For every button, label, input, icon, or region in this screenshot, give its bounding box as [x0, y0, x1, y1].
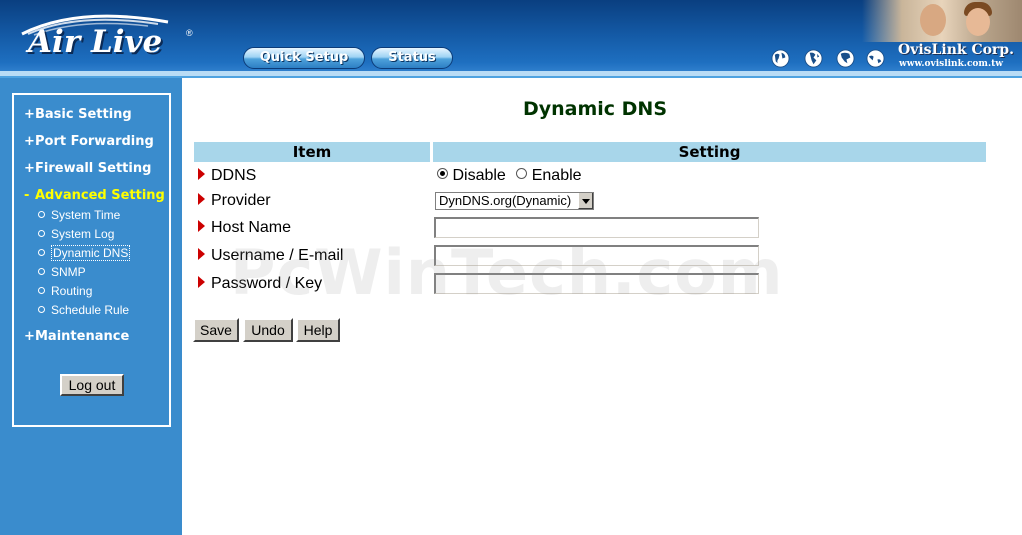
ddns-enable-radio[interactable]	[516, 168, 528, 179]
photo-person-adult	[920, 4, 946, 36]
globe-americas-icon[interactable]	[771, 49, 790, 68]
sidebar-subitem-snmp[interactable]: SNMP	[38, 265, 86, 279]
row-label-text: Password / Key	[211, 275, 323, 292]
row-label-text: Username / E-mail	[211, 247, 344, 264]
sidebar-subitem-label: Schedule Rule	[51, 303, 130, 317]
sidebar-item-basic-setting[interactable]: +Basic Setting	[24, 107, 132, 122]
sidebar-item-label: Basic Setting	[35, 107, 132, 122]
sidebar-item-maintenance[interactable]: +Maintenance	[24, 329, 129, 344]
help-button[interactable]: Help	[296, 318, 340, 342]
circle-bullet-icon	[38, 306, 45, 313]
row-label-ddns: DDNS	[198, 167, 256, 185]
red-arrow-icon	[198, 276, 205, 288]
photo-person-child	[966, 8, 990, 36]
sidebar-subitem-label: System Log	[51, 227, 115, 241]
row-label-provider: Provider	[198, 192, 271, 210]
sidebar-item-label: Firewall Setting	[35, 161, 152, 176]
globe-asia-icon[interactable]	[836, 49, 855, 68]
sidebar-subitem-label: System Time	[51, 208, 121, 222]
host-name-input[interactable]	[434, 217, 759, 238]
circle-bullet-icon	[38, 230, 45, 237]
column-header-item: Item	[194, 142, 430, 162]
ddns-radio-group: Disable Enable	[437, 167, 582, 185]
row-label-text: Provider	[211, 192, 271, 209]
undo-button[interactable]: Undo	[243, 318, 293, 342]
row-label-username: Username / E-mail	[198, 247, 343, 265]
password-input[interactable]	[434, 273, 759, 294]
sidebar-subitem-schedule-rule[interactable]: Schedule Rule	[38, 303, 129, 317]
expand-plus-icon: +	[24, 134, 35, 149]
circle-bullet-icon	[38, 287, 45, 294]
registered-mark-icon: ®	[186, 28, 193, 38]
row-label-password: Password / Key	[198, 275, 322, 293]
row-label-host-name: Host Name	[198, 219, 291, 237]
sidebar-item-advanced-setting[interactable]: - Advanced Setting	[24, 188, 165, 203]
globe-pacific-icon[interactable]	[866, 49, 885, 68]
circle-bullet-icon	[38, 249, 45, 256]
sidebar-subitem-system-log[interactable]: System Log	[38, 227, 114, 241]
row-label-text: Host Name	[211, 219, 292, 236]
ddns-disable-label[interactable]: Disable	[452, 167, 505, 184]
save-button[interactable]: Save	[193, 318, 239, 342]
sidebar-item-label: Maintenance	[35, 329, 130, 344]
username-input[interactable]	[434, 245, 759, 266]
column-header-setting: Setting	[433, 142, 986, 162]
globe-europe-icon[interactable]	[804, 49, 823, 68]
sidebar-subitem-label: SNMP	[51, 265, 86, 279]
sidebar-item-port-forwarding[interactable]: +Port Forwarding	[24, 134, 154, 149]
logo-text: Air Live	[28, 24, 163, 60]
red-arrow-icon	[198, 220, 205, 232]
circle-bullet-icon	[38, 211, 45, 218]
header-bar: Air Live ® Quick Setup Status OvisLink C…	[0, 0, 1022, 78]
provider-selected-value: DynDNS.org(Dynamic)	[439, 193, 572, 208]
header-photo	[862, 0, 1022, 42]
row-label-text: DDNS	[211, 167, 257, 184]
circle-bullet-icon	[38, 268, 45, 275]
sidebar-item-label: Port Forwarding	[35, 134, 154, 149]
company-url: www.ovislink.com.tw	[899, 59, 1003, 69]
sidebar-subitem-label: Routing	[51, 284, 93, 298]
company-name: OvisLink Corp.	[898, 42, 1014, 58]
dropdown-arrow-icon[interactable]	[578, 193, 593, 209]
red-arrow-icon	[198, 248, 205, 260]
expand-plus-icon: +	[24, 329, 35, 344]
red-arrow-icon	[198, 168, 205, 180]
red-arrow-icon	[198, 193, 205, 205]
logout-button[interactable]: Log out	[60, 374, 124, 396]
sidebar-item-firewall-setting[interactable]: +Firewall Setting	[24, 161, 151, 176]
sidebar-subitem-system-time[interactable]: System Time	[38, 208, 120, 222]
sidebar-menu-box: +Basic Setting +Port Forwarding +Firewal…	[12, 93, 171, 427]
airlive-logo[interactable]: Air Live ®	[18, 8, 198, 63]
quick-setup-button[interactable]: Quick Setup	[243, 47, 365, 69]
page-title: Dynamic DNS	[522, 98, 668, 120]
sidebar: +Basic Setting +Port Forwarding +Firewal…	[0, 78, 182, 535]
sidebar-item-label: Advanced Setting	[35, 188, 165, 203]
expand-plus-icon: +	[24, 107, 35, 122]
sidebar-subitem-dynamic-dns[interactable]: Dynamic DNS	[38, 245, 131, 261]
collapse-minus-icon: -	[24, 188, 30, 203]
expand-plus-icon: +	[24, 161, 35, 176]
provider-select[interactable]: DynDNS.org(Dynamic)	[435, 192, 594, 210]
ddns-enable-label[interactable]: Enable	[532, 167, 582, 184]
sidebar-subitem-routing[interactable]: Routing	[38, 284, 92, 298]
sidebar-subitem-label: Dynamic DNS	[51, 245, 131, 261]
ddns-disable-radio[interactable]	[437, 168, 448, 179]
status-button[interactable]: Status	[371, 47, 453, 69]
